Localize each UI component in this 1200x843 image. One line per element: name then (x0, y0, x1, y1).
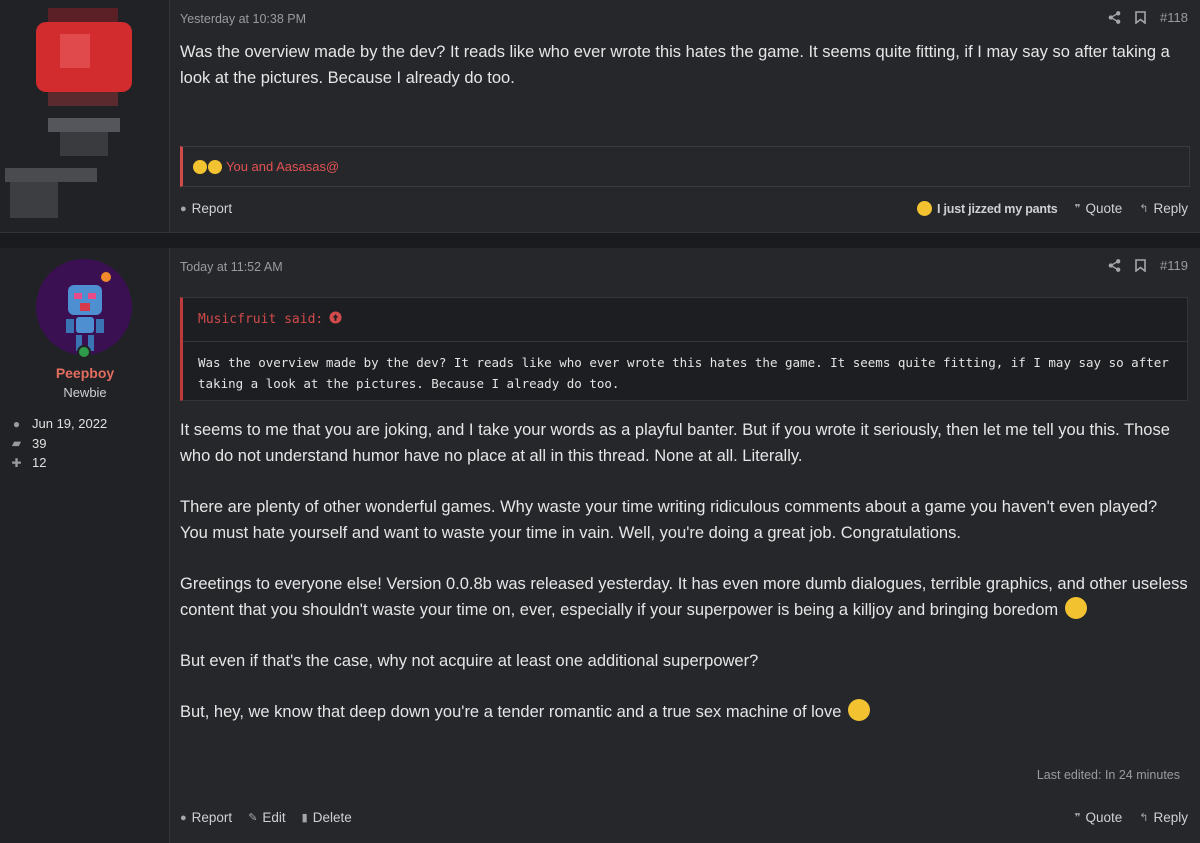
reply-icon: ↰ (1139, 203, 1149, 215)
post-number[interactable]: #119 (1160, 258, 1188, 273)
quote-author[interactable]: Musicfruit said: (198, 312, 323, 327)
post-separator (0, 232, 1200, 248)
post-main: Today at 11:52 AM #119 Musicfruit said: … (170, 248, 1200, 843)
post-118: Yesterday at 10:38 PM #118 Was the overv… (0, 0, 1200, 232)
post-actions: ● Report I just jizzed my pants ❞ Quote ↰ R… (180, 201, 1188, 216)
reply-icon: ↰ (1139, 812, 1149, 824)
post-number[interactable]: #118 (1160, 10, 1188, 25)
smirk-emoji-icon (916, 201, 932, 216)
post-tools: #118 (1108, 10, 1188, 25)
avatar[interactable] (36, 259, 132, 355)
edit-icon: ✎ (248, 812, 258, 824)
paragraph: Greetings to everyone else! Version 0.0.… (180, 575, 1188, 619)
reactions-text[interactable]: You and Aasasas@ (226, 159, 339, 174)
share-icon[interactable] (1108, 259, 1121, 272)
post-119: Peepboy Newbie ● Jun 19, 2022 ▰ 39 ✚ 12 Tod… (0, 248, 1200, 843)
quote-icon: ❞ (1074, 812, 1081, 824)
report-button[interactable]: ● Report (180, 810, 232, 825)
report-button[interactable]: ● Report (180, 201, 232, 216)
last-edited[interactable]: Last edited: In 24 minutes (1037, 768, 1180, 782)
user-column: Peepboy Newbie ● Jun 19, 2022 ▰ 39 ✚ 12 (0, 248, 170, 843)
post-body: It seems to me that you are joking, and … (180, 417, 1188, 750)
paragraph: But even if that's the case, why not acq… (180, 652, 759, 670)
paragraph: But, hey, we know that deep down you're … (180, 699, 1188, 725)
username[interactable]: Peepboy (0, 365, 170, 381)
post-tools: #119 (1108, 258, 1188, 273)
quote-button[interactable]: ❞ Quote (1075, 201, 1123, 216)
react-button[interactable]: I just jizzed my pants (916, 201, 1058, 216)
user-title: Newbie (63, 385, 107, 400)
share-icon[interactable] (1108, 11, 1121, 24)
post-timestamp[interactable]: Today at 11:52 AM (180, 260, 283, 274)
bookmark-icon[interactable] (1135, 259, 1146, 272)
user-icon: ● (12, 416, 21, 431)
messages-icon: ▰ (11, 436, 22, 451)
quote-header[interactable]: Musicfruit said: (183, 298, 1187, 342)
wink-emoji-icon (1064, 597, 1087, 619)
report-icon: ● (180, 811, 187, 824)
smirk-emoji-icon (208, 159, 222, 174)
reply-button[interactable]: ↰ Reply (1139, 201, 1188, 216)
bookmark-icon[interactable] (1135, 11, 1146, 24)
online-status-icon (77, 345, 91, 359)
reactions-bar[interactable]: You and Aasasas@ (180, 146, 1190, 187)
message-count: 39 (32, 435, 47, 451)
sunglasses-emoji-icon (848, 699, 870, 721)
thumbs-up-icon: ✚ (11, 455, 22, 470)
reply-button[interactable]: ↰ Reply (1139, 810, 1188, 825)
quote-text: Was the overview made by the dev? It rea… (198, 355, 1169, 391)
arrow-up-circle-icon[interactable] (329, 311, 342, 328)
user-stats: ● Jun 19, 2022 ▰ 39 ✚ 12 (10, 414, 107, 473)
post-actions: ● Report ✎ Edit ▮ Delete ❞ Quote ↰ Reply (180, 810, 1188, 825)
paragraph: There are plenty of other wonderful game… (180, 498, 1158, 542)
joined-date: Jun 19, 2022 (32, 416, 108, 432)
avatar[interactable] (0, 0, 170, 230)
post-main: Yesterday at 10:38 PM #118 Was the overv… (170, 0, 1200, 232)
report-icon: ● (180, 202, 187, 215)
delete-button[interactable]: ▮ Delete (302, 810, 352, 825)
post-body: Was the overview made by the dev? It rea… (180, 43, 1170, 87)
quote-button[interactable]: ❞ Quote (1075, 810, 1123, 825)
quote-icon: ❞ (1074, 203, 1081, 215)
edit-button[interactable]: ✎ Edit (248, 810, 285, 825)
post-timestamp[interactable]: Yesterday at 10:38 PM (180, 12, 306, 26)
rofl-emoji-icon (193, 159, 207, 174)
user-column (0, 0, 170, 232)
quote-block: Musicfruit said: Was the overview made b… (180, 297, 1188, 401)
reaction-score: 12 (32, 455, 47, 471)
delete-icon: ▮ (301, 812, 308, 824)
paragraph: It seems to me that you are joking, and … (180, 421, 1170, 465)
